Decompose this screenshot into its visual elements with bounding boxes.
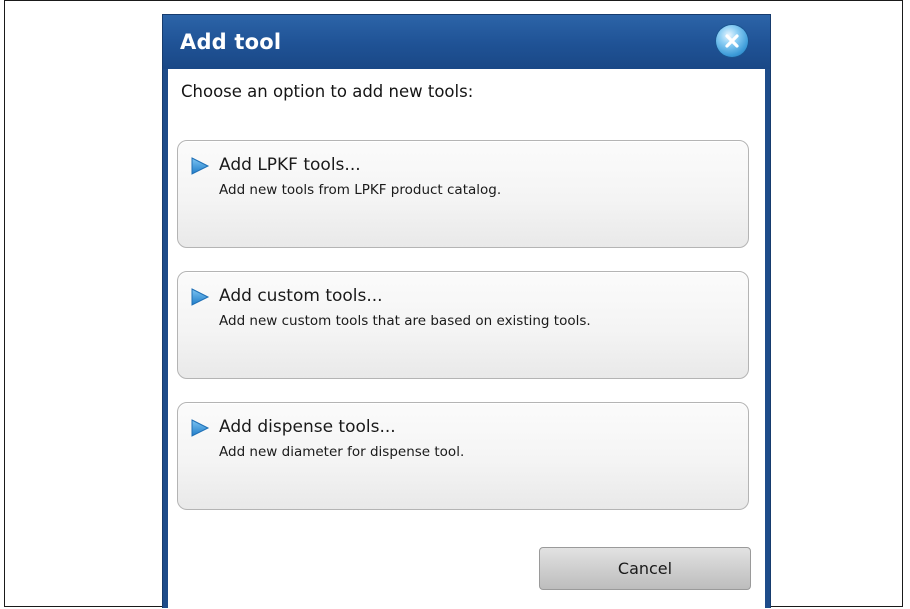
add-lpkf-tools-option[interactable]: Add LPKF tools... Add new tools from LPK…	[177, 140, 749, 248]
play-arrow-icon	[191, 419, 210, 437]
option-title: Add custom tools...	[219, 286, 383, 306]
close-button[interactable]	[716, 25, 748, 57]
option-description: Add new custom tools that are based on e…	[219, 313, 591, 329]
add-custom-tools-option[interactable]: Add custom tools... Add new custom tools…	[177, 271, 749, 379]
title-bar: Add tool	[163, 15, 770, 69]
option-description: Add new diameter for dispense tool.	[219, 444, 465, 460]
play-arrow-icon	[191, 288, 210, 306]
option-description: Add new tools from LPKF product catalog.	[219, 182, 502, 198]
dialog-prompt: Choose an option to add new tools:	[181, 82, 474, 101]
dialog-title: Add tool	[180, 30, 282, 54]
play-arrow-icon	[191, 157, 210, 175]
dialog-content: Choose an option to add new tools: Add L…	[168, 69, 765, 609]
cancel-button[interactable]: Cancel	[539, 547, 751, 590]
close-icon	[725, 34, 739, 48]
add-tool-dialog: Add tool Choose an option to add new too…	[162, 14, 771, 609]
add-dispense-tools-option[interactable]: Add dispense tools... Add new diameter f…	[177, 402, 749, 510]
option-title: Add LPKF tools...	[219, 155, 361, 175]
option-title: Add dispense tools...	[219, 417, 396, 437]
